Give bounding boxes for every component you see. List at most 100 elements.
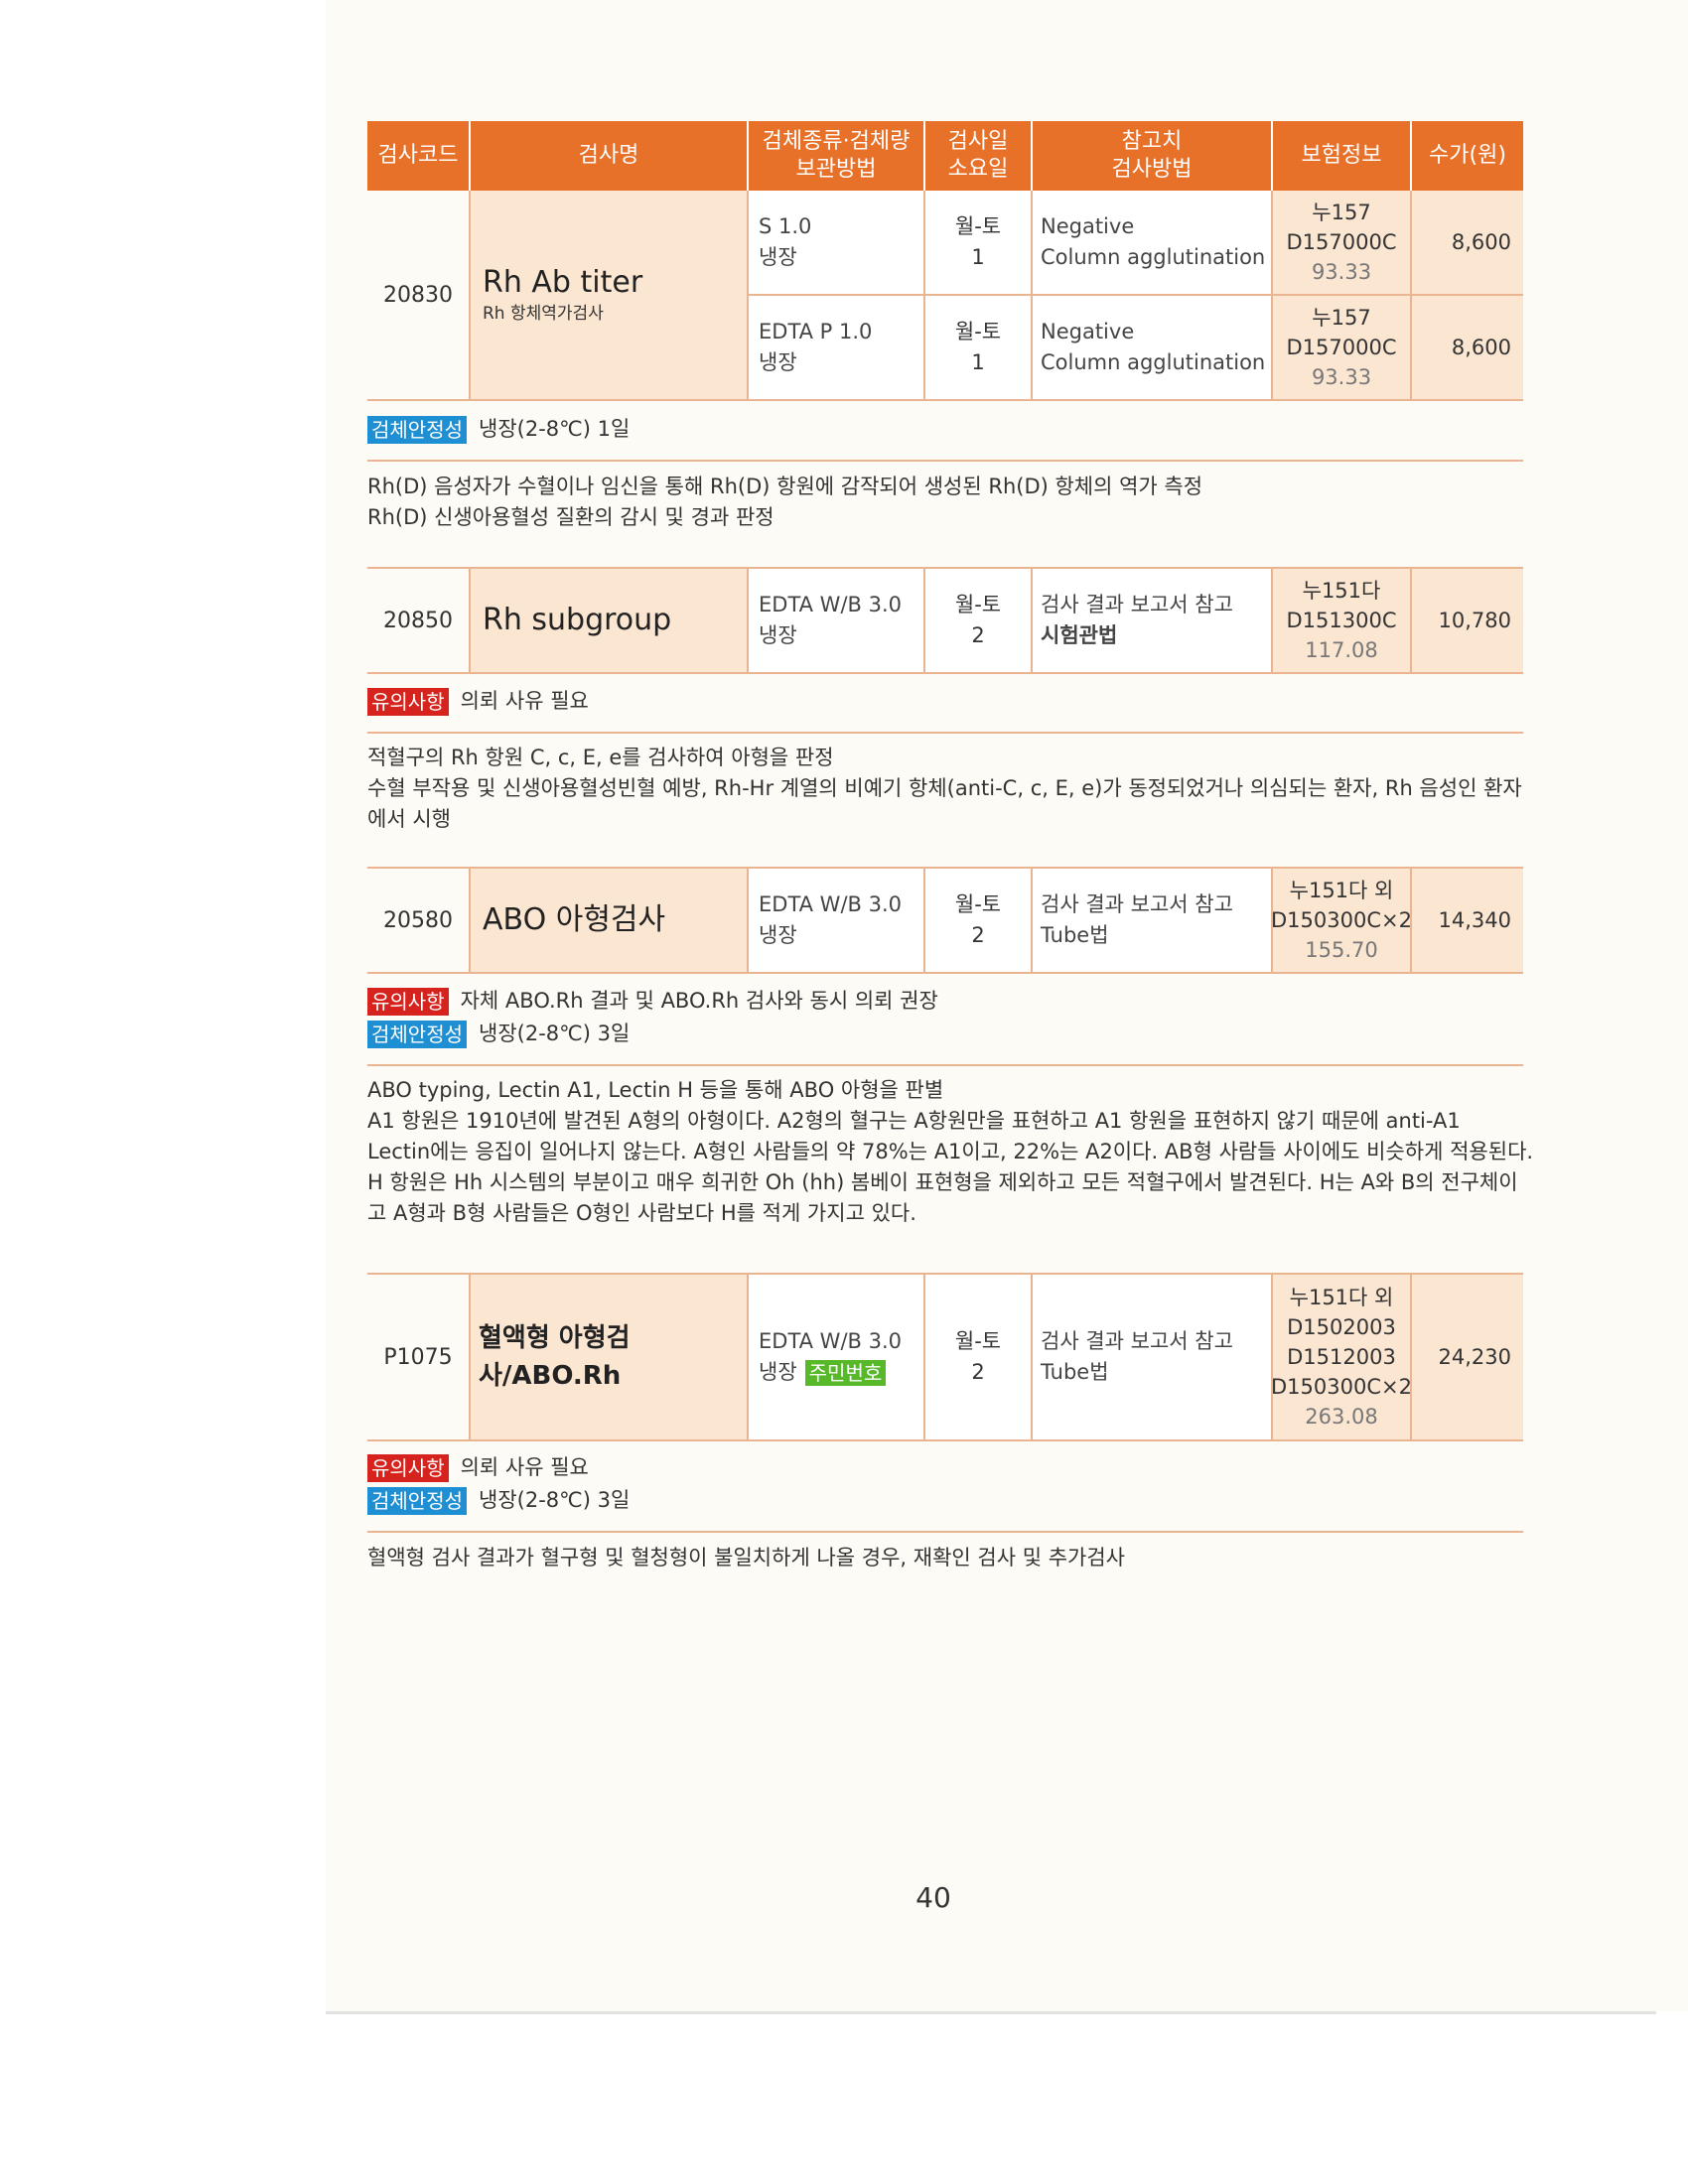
insurance-code: 누151다 외 (1289, 1286, 1394, 1309)
description-20850: 적혈구의 Rh 항원 C, c, E, e를 검사하여 아형을 판정 수혈 부작… (367, 743, 1523, 835)
note-text: 자체 ABO.Rh 결과 및 ABO.Rh 검사와 동시 의뢰 권장 (460, 989, 938, 1013)
insurance-points: 263.08 (1305, 1405, 1378, 1429)
header-days: 검사일 소요일 (925, 121, 1033, 191)
specimen: S 1.0 (759, 214, 812, 238)
test-row-20830: 20830 Rh Ab titer Rh 항체역가검사 S 1.0 냉장 월-토 1… (367, 191, 1523, 401)
notes-20580: 유의사항 자체 ABO.Rh 결과 및 ABO.Rh 검사와 동시 의뢰 권장 검… (367, 985, 1523, 1050)
storage: 냉장 (759, 350, 797, 374)
divider (367, 1064, 1523, 1066)
test-code: 20580 (367, 869, 471, 972)
insurance-edi: D150300C×2 (1271, 1375, 1412, 1399)
storage: 냉장 (759, 245, 797, 269)
reference: 검사 결과 보고서 참고 (1041, 593, 1233, 616)
reference: Negative (1041, 214, 1135, 238)
divider (367, 460, 1523, 462)
divider (367, 1531, 1523, 1533)
turnaround: 2 (971, 623, 985, 647)
test-name-cell: 혈액형 아형검사/ABO.Rh (471, 1275, 749, 1439)
stability-badge: 검체안정성 (367, 415, 467, 444)
insurance-code: 누157 (1312, 306, 1371, 330)
fee: 8,600 (1412, 191, 1523, 294)
sub-row-serum: S 1.0 냉장 월-토 1 Negative Column agglutinatio… (749, 191, 1523, 294)
header-insurance: 보험정보 (1273, 121, 1412, 191)
insurance-edi: D1512003 (1287, 1345, 1396, 1369)
description-P1075: 혈액형 검사 결과가 혈구형 및 혈청형이 불일치하게 나올 경우, 재확인 검… (367, 1543, 1523, 1573)
test-name: Rh Ab titer (483, 265, 643, 300)
header-reference: 참고치 검사방법 (1033, 121, 1273, 191)
reference: 검사 결과 보고서 참고 (1041, 1329, 1233, 1353)
description-line: 혈액형 검사 결과가 혈구형 및 혈청형이 불일치하게 나올 경우, 재확인 검… (367, 1546, 1125, 1570)
test-row-20580: 20580 ABO 아형검사 EDTA W/B 3.0 냉장 월-토 2 검사 결과… (367, 867, 1523, 974)
reference: Negative (1041, 320, 1135, 343)
description-line: Lectin에는 응집이 일어나지 않는다. A형인 사람들의 약 78%는 A… (367, 1140, 1534, 1163)
note-text: 의뢰 사유 필요 (460, 689, 589, 713)
storage: 냉장 (759, 923, 797, 947)
sub-row-plasma: EDTA P 1.0 냉장 월-토 1 Negative Column aggluti… (749, 294, 1523, 399)
header-fee: 수가(원) (1412, 121, 1523, 191)
test-days: 월-토 (954, 1329, 1002, 1353)
header-code: 검사코드 (367, 121, 471, 191)
method: Column agglutination (1041, 245, 1266, 269)
insurance-points: 93.33 (1311, 260, 1372, 284)
insurance-edi: D157000C (1286, 336, 1397, 359)
insurance-points: 117.08 (1305, 638, 1378, 662)
description-line: Rh(D) 음성자가 수혈이나 임신을 통해 Rh(D) 항원에 감작되어 생성… (367, 475, 1203, 498)
fee: 10,780 (1412, 569, 1523, 672)
description-line: Rh(D) 신생아용혈성 질환의 감시 및 경과 판정 (367, 505, 774, 529)
stability-badge: 검체안정성 (367, 1020, 467, 1048)
caution-badge: 유의사항 (367, 1453, 449, 1482)
fee: 8,600 (1412, 296, 1523, 399)
test-name: Rh subgroup (483, 603, 672, 637)
method: Tube법 (1041, 923, 1109, 947)
method: Column agglutination (1041, 350, 1266, 374)
notes-P1075: 유의사항 의뢰 사유 필요 검체안정성 냉장(2-8℃) 3일 (367, 1451, 1523, 1517)
description-20580: ABO typing, Lectin A1, Lectin H 등을 통해 AB… (367, 1075, 1534, 1229)
insurance-edi: D150300C×2 (1271, 908, 1412, 932)
test-code: P1075 (367, 1275, 471, 1439)
turnaround: 2 (971, 923, 985, 947)
fee: 14,340 (1412, 869, 1523, 972)
method: 시험관법 (1041, 623, 1118, 647)
reference: 검사 결과 보고서 참고 (1041, 892, 1233, 916)
page-edge (326, 2011, 1656, 2014)
table-header: 검사코드 검사명 검체종류·검체량 보관방법 검사일 소요일 참고치 검사방법 보험정… (367, 121, 1523, 191)
test-code: 20830 (367, 191, 471, 399)
note-text: 냉장(2-8℃) 1일 (479, 417, 631, 441)
test-name: ABO 아형검사 (483, 902, 666, 937)
note-text: 냉장(2-8℃) 3일 (479, 1022, 631, 1045)
specimen: EDTA P 1.0 (759, 320, 873, 343)
test-name-cell: Rh Ab titer Rh 항체역가검사 (471, 191, 749, 399)
method: Tube법 (1041, 1360, 1109, 1384)
description-line: 고 A형과 B형 사람들은 O형인 사람보다 H를 적게 가지고 있다. (367, 1201, 916, 1225)
insurance-edi: D151300C (1286, 609, 1397, 632)
caution-badge: 유의사항 (367, 987, 449, 1016)
note-text: 의뢰 사유 필요 (460, 1455, 589, 1479)
test-days: 월-토 (954, 214, 1002, 238)
storage: 냉장 (759, 1360, 797, 1384)
header-name: 검사명 (471, 121, 749, 191)
insurance-code: 누157 (1312, 201, 1371, 224)
resident-id-badge: 주민번호 (804, 1359, 887, 1386)
test-row-P1075: P1075 혈액형 아형검사/ABO.Rh EDTA W/B 3.0 냉장 주민… (367, 1273, 1523, 1441)
page-number: 40 (915, 1881, 951, 1914)
notes-20850: 유의사항 의뢰 사유 필요 (367, 685, 1523, 718)
description-line: 에서 시행 (367, 807, 451, 831)
insurance-points: 93.33 (1311, 365, 1372, 389)
stability-badge: 검체안정성 (367, 1486, 467, 1515)
specimen: EDTA W/B 3.0 (759, 892, 902, 916)
insurance-code: 누151다 (1302, 579, 1381, 603)
test-days: 월-토 (954, 593, 1002, 616)
header-specimen: 검체종류·검체량 보관방법 (749, 121, 925, 191)
divider (367, 732, 1523, 734)
description-line: 적혈구의 Rh 항원 C, c, E, e를 검사하여 아형을 판정 (367, 746, 834, 769)
specimen: EDTA W/B 3.0 (759, 593, 902, 616)
turnaround: 2 (971, 1360, 985, 1384)
fee: 24,230 (1412, 1275, 1523, 1439)
insurance-edi: D157000C (1286, 230, 1397, 254)
description-line: H 항원은 Hh 시스템의 부분이고 매우 희귀한 Oh (hh) 봄베이 표현… (367, 1170, 1518, 1194)
description-line: A1 항원은 1910년에 발견된 A형의 아형이다. A2형의 혈구는 A항원… (367, 1109, 1461, 1133)
test-name-cell: ABO 아형검사 (471, 869, 749, 972)
description-line: 수혈 부작용 및 신생아용혈성빈혈 예방, Rh-Hr 계열의 비예기 항체(a… (367, 776, 1522, 800)
insurance-edi: D1502003 (1287, 1315, 1396, 1339)
insurance-code: 누151다 외 (1289, 879, 1394, 902)
